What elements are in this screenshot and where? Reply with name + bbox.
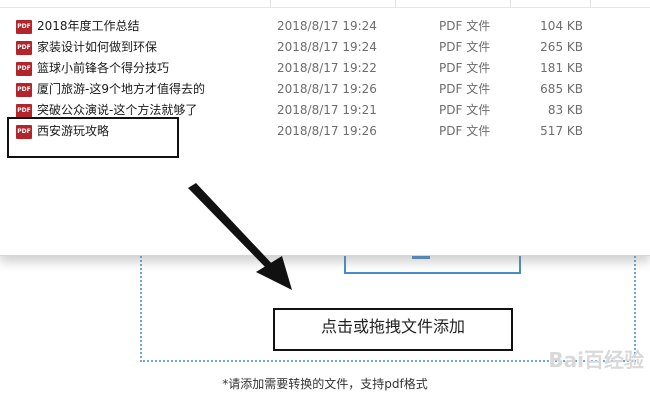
column-divider[interactable] bbox=[510, 0, 511, 8]
pdf-file-icon: PDF bbox=[16, 41, 32, 55]
file-row[interactable]: PDF 2018年度工作总结 2018/8/17 19:24 PDF 文件 104 KB bbox=[0, 16, 650, 37]
column-divider[interactable] bbox=[270, 0, 271, 8]
watermark: Bai百经验 bbox=[548, 348, 644, 372]
file-row[interactable]: PDF 篮球小前锋各个得分技巧 2018/8/17 19:22 PDF 文件 181 K… bbox=[0, 58, 650, 79]
pdf-file-icon: PDF bbox=[16, 20, 32, 34]
file-name: 篮球小前锋各个得分技巧 bbox=[37, 61, 170, 75]
file-name: 2018年度工作总结 bbox=[37, 19, 140, 33]
column-divider[interactable] bbox=[395, 0, 396, 8]
file-date: 2018/8/17 19:24 bbox=[277, 40, 377, 54]
file-row[interactable]: PDF 厦门旅游-这9个地方才值得去的 2018/8/17 19:26 PDF 文件 6… bbox=[0, 79, 650, 100]
file-size: 83 KB bbox=[547, 103, 583, 117]
pdf-file-icon: PDF bbox=[16, 62, 32, 76]
file-name: 厦门旅游-这9个地方才值得去的 bbox=[37, 82, 205, 96]
file-date: 2018/8/17 19:26 bbox=[277, 82, 377, 96]
file-size: 685 KB bbox=[540, 82, 583, 96]
file-date: 2018/8/17 19:26 bbox=[277, 124, 377, 138]
file-size: 265 KB bbox=[540, 40, 583, 54]
annotation-box-file bbox=[7, 117, 179, 158]
file-type: PDF 文件 bbox=[439, 19, 491, 33]
file-type: PDF 文件 bbox=[439, 124, 491, 138]
file-date: 2018/8/17 19:24 bbox=[277, 19, 377, 33]
file-size: 181 KB bbox=[540, 61, 583, 75]
file-date: 2018/8/17 19:21 bbox=[277, 103, 377, 117]
file-size: 517 KB bbox=[540, 124, 583, 138]
file-type: PDF 文件 bbox=[439, 103, 491, 117]
column-header bbox=[0, 0, 650, 8]
file-size: 104 KB bbox=[540, 19, 583, 33]
column-divider[interactable] bbox=[590, 0, 591, 8]
annotation-box-add[interactable]: 点击或拖拽文件添加 bbox=[273, 308, 513, 351]
file-type: PDF 文件 bbox=[439, 82, 491, 96]
file-name: 家装设计如何做到环保 bbox=[37, 40, 158, 54]
file-type: PDF 文件 bbox=[439, 40, 491, 54]
add-file-label: 点击或拖拽文件添加 bbox=[320, 317, 465, 336]
pdf-file-icon: PDF bbox=[16, 104, 32, 118]
file-date: 2018/8/17 19:22 bbox=[277, 61, 377, 75]
file-row[interactable]: PDF 家装设计如何做到环保 2018/8/17 19:24 PDF 文件 265 KB bbox=[0, 37, 650, 58]
pdf-file-icon: PDF bbox=[16, 83, 32, 97]
file-type: PDF 文件 bbox=[439, 61, 491, 75]
